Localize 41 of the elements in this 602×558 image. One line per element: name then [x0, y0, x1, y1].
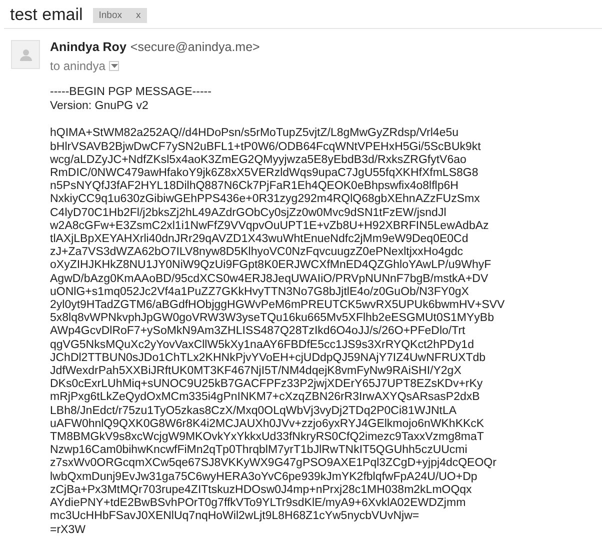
- pgp-line: C4lyD70C1Hb2Fl/j2bksZj2hL49AZdrGObCy0sjZz0w0Mvc9dSN1tFzEW/jsndJl: [50, 206, 448, 220]
- pgp-line: TM8BMGkV9s8xcWcjgW9MKOvkYxYkkxUd33fNkryRS0CfQ2imezc9TaxxVzmg8maT: [50, 431, 485, 444]
- pgp-line: uONlG+s1mq052Jc2Vf4a1PuZZ7GKkHvyTTN3No7G8bJjtlE4o/z0GuOb/N3FY0gX: [50, 286, 470, 300]
- email-subject: test email: [10, 5, 83, 25]
- pgp-line: z7sxWv0ORGcqmXCw5qe67SJ8VKKyWX9G47gPSO9AXE1Pql3ZCgD+yjpj4dcQEOQr: [50, 457, 498, 471]
- pgp-line: zJ+Za7VS3dWZA62bO7ILV8nyw8D5KlhyoVC0NzFqvcuugzZ0ePNexltjxxHo4gdc: [50, 246, 464, 260]
- pgp-header-line: Version: GnuPG v2: [50, 100, 150, 114]
- pgp-line: Nzwp16Cam0bihwKncwfFiMn2qTp0ThrqblM7yrT1bJlRwTNkIT5QGUhh5czUUcmi: [50, 444, 468, 458]
- pgp-line: lwbQxmDunj9EvJw31ga75C6wyHERA3oYvC6pe939kJmYK2fblqfwFpA24U/UO+Dp: [50, 470, 478, 484]
- pgp-line: RmDIC/0NWC479awHfakoY9jk6Z8xX5VERzldWqs9upaC7JgU55fqXKHfXfmLS8G8: [50, 167, 480, 180]
- pgp-line: w2A8cGFw+E3ZsmC2xl1i1NwFfZ9VVqpvOuUPT1E+vZb8U+H92XBRFIN5LewAdbAz: [50, 220, 490, 234]
- pgp-line: hQIMA+StWM82a252AQ//d4HDoPsn/s5rMoTupZ5vjtZ/L8gMwGyZRdsp/Vrl4e5u: [50, 127, 460, 141]
- avatar-icon: [11, 40, 40, 69]
- pgp-header-line: -----BEGIN PGP MESSAGE-----: [50, 86, 212, 100]
- pgp-line: tlAXjLBpXEYAHXrli40dnJRr29qAVZD1X43wuWhtEnueNdfc2jMm9eW9Deq0E0Cd: [50, 233, 470, 246]
- recipient-text: to anindya: [50, 59, 106, 73]
- pgp-line: n5PsNYQfJ3fAF2HYL18DilhQ887N6Ck7PjFaR1Eh4QEOK0eBhpswfix4o8lflp6H: [50, 180, 460, 194]
- pgp-line: bHlrVSAVB2BjwDwCF7ySN2uBFL1+tP0W6/ODB64FcqWNtVPEHxH5Gi/5ScBUk9kt: [50, 140, 482, 154]
- pgp-line: oXyZIHJKHkZ8NU1JY0NiW9QzUi9FGpt8K0ERJWCXfMnED4QZGhloYAwLP/u9WhyF: [50, 259, 492, 273]
- pgp-line: AYdiePNY+tdE2BwBSvhPOrT0g7ffkVTo9YLTr9sdKlE/myA9+6XvklA02EWDZjmm: [50, 497, 467, 510]
- sender-name: Anindya Roy: [50, 40, 126, 54]
- pgp-line: DKs0cExrLUhMiq+sUNOC9U25kB7GACFPFz33P2jwjXDErY65J7UPT8EZsKDv+rKy: [50, 378, 484, 392]
- sender-email: <secure@anindya.me>: [130, 40, 260, 54]
- remove-label-button[interactable]: x: [136, 10, 141, 20]
- pgp-line: qgVG5NksMQuXc2yYovVaxCllW5kXy1naAY6FBDfE5cc1JS9s3XrRYQKct2hPDy1d: [50, 338, 475, 352]
- pgp-line: JChDl2TTBUN0sJDo1ChTLx2KHNkPjvYVoEH+cjUDdpQJ59NAjY7IZ4UwNFRUXTdb: [50, 352, 487, 366]
- pgp-line: mRjPxg6tLkZeQydOxMCm335i4gPnINKM7+cXzqZBN26rR3IrwAXYQsARsasP2dxB: [50, 391, 481, 405]
- pgp-line: mc3UcHHbFSavJ0XENlUq7nqHoWil2wLjt9L8H68Z1cYw5nycbVUvNjw=: [50, 510, 420, 524]
- pgp-line: JdfWexdrPah5XXBiJRftUK0MT3KF467NjI5T/NM4dqejK8vmFyNw9RAiSHI/Y2gX: [50, 365, 462, 378]
- pgp-line: zCjBa+Px3MtMQr703rupe4ZITtskuzHDOsw0J4mp+nPrxj28c1MH038m2kLmOQqx: [50, 484, 473, 498]
- pgp-line: 5x8lq8vWPNkvphJpGW0goVRW3W3yseTQu16ku665Mv5XFlhb2eESGMUt0S1MYyBb: [50, 312, 495, 326]
- pgp-line: wcg/aLDZyJC+NdfZKsl5x4aoK3ZmEG2QMyyjwza5E8yEbdB3d/RxksZRGfytV6ao: [50, 154, 468, 168]
- pgp-line: NxkiyCC9q1u630zGibiwGEhPPS436e+0R31zyg292m4RQlQ68gbXEhnAZzFUzSmx: [50, 193, 481, 207]
- pgp-line: uAFW0hnlQ9QXK0G8W6r8K4i2MCJAUXh0JVv+zzjo6yxRYJ4GElkmojo6nWKhKKcK: [50, 418, 486, 432]
- pgp-line: =rX3W: [50, 524, 86, 537]
- details-dropdown-button[interactable]: [109, 61, 120, 71]
- pgp-line: LBh8/JnEdct/r75zu1TyO5zkas8CzX/Mxq0OLqWbVj3vyDj2TDq2P0Ci81WJNtLA: [50, 404, 458, 418]
- label-text: Inbox: [98, 10, 122, 20]
- pgp-line: AWp4GcvDlRoF7+ySoMkN9Am3ZHLISS487Q28TzIkd6O4oJJ/s/26O+PFeDlo/Trt: [50, 325, 466, 339]
- pgp-line: 2yl0yt9HTadZGTM6/aBGdfHObjggHGWvPeM6mPREUTCK5wvRX5UPUk6bwmHV+SVV: [50, 299, 505, 312]
- pgp-line: AgwD/bAzg0KmAAoBD/95cdXCS0w4ERJ8JeqUWAIiO/PRVpNUNnF7bgB/mstkA+DV: [50, 272, 490, 286]
